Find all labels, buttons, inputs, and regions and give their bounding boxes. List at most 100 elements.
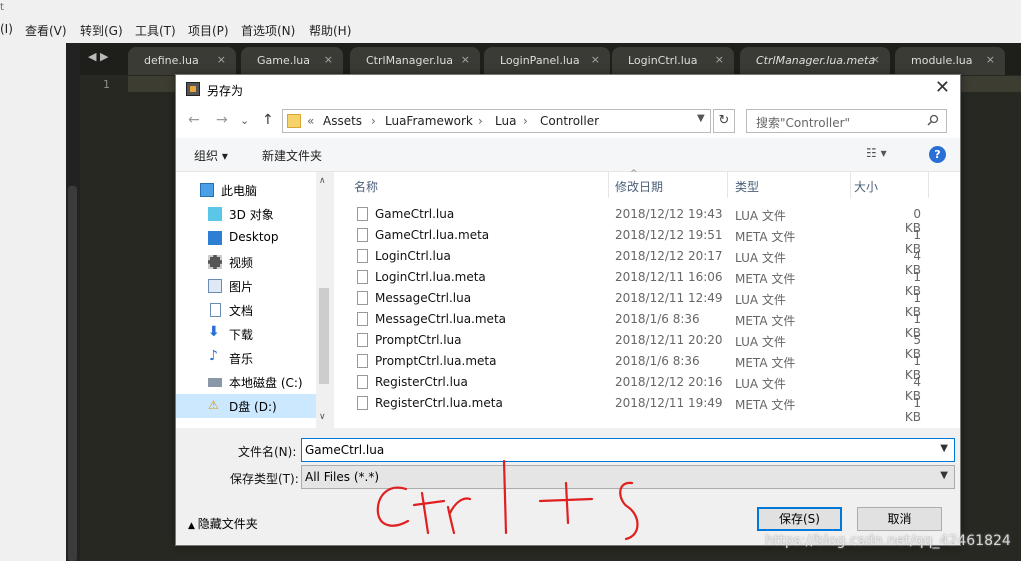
recent-dropdown-icon[interactable]: ⌄ — [240, 114, 249, 127]
address-bar[interactable]: « Assets › LuaFramework › Lua › Controll… — [282, 109, 711, 133]
file-row[interactable]: MessageCtrl.lua 2018/12/11 12:49 LUA 文件 1 K… — [334, 288, 960, 319]
menu-tools[interactable]: 工具(T) — [135, 22, 176, 39]
nav-item-this-pc[interactable]: 此电脑 — [176, 178, 316, 202]
tab-scroll-arrows-icon[interactable]: ◀ ▶ — [88, 50, 108, 63]
file-row[interactable]: PromptCtrl.lua.meta 2018/1/6 8:36 META 文件 1… — [334, 351, 960, 382]
ink-stroke-c — [376, 486, 410, 527]
hide-folders-toggle[interactable]: ▲ 隐藏文件夹 — [188, 515, 258, 532]
tab-loginpanel-lua[interactable]: LoginPanel.lua × — [484, 47, 610, 75]
menu-help[interactable]: 帮助(H) — [309, 22, 351, 39]
view-options-icon[interactable]: ☷ ▾ — [866, 146, 887, 160]
organize-button[interactable]: 组织 ▾ — [194, 147, 228, 164]
editor-scrollbar[interactable] — [68, 186, 77, 561]
tab-define-lua[interactable]: define.lua × — [128, 47, 236, 75]
nav-item-pictures[interactable]: 图片 — [176, 274, 316, 298]
file-name: GameCtrl.lua — [375, 207, 455, 221]
tab-ctrlmanager-meta[interactable]: CtrlManager.lua.meta × — [740, 47, 890, 75]
nav-label: Desktop — [229, 230, 279, 244]
column-separator[interactable] — [928, 172, 929, 198]
up-arrow-icon[interactable]: ↑ — [262, 112, 274, 128]
tab-ctrlmanager-lua[interactable]: CtrlManager.lua × — [350, 47, 480, 75]
close-icon[interactable]: × — [461, 53, 470, 66]
file-name: LoginCtrl.lua — [375, 249, 451, 263]
menu-preferences[interactable]: 首选项(N) — [241, 22, 295, 39]
file-date: 2018/12/11 20:20 — [615, 333, 723, 347]
file-row[interactable]: RegisterCtrl.lua.meta 2018/12/11 19:49 MET… — [334, 393, 960, 424]
close-icon[interactable]: ✕ — [935, 77, 950, 98]
cancel-button[interactable]: 取消 — [857, 507, 942, 531]
file-date: 2018/12/12 19:51 — [615, 228, 723, 242]
nav-item-drive-d[interactable]: ⚠ D盘 (D:) — [176, 394, 316, 418]
refresh-icon[interactable]: ↻ — [713, 109, 735, 133]
nav-item-drive-c[interactable]: 本地磁盘 (C:) — [176, 370, 316, 394]
close-icon[interactable]: × — [715, 53, 724, 66]
column-label: 修改日期 — [615, 180, 664, 194]
file-type: META 文件 — [735, 356, 796, 370]
file-row[interactable]: LoginCtrl.lua.meta 2018/12/11 16:06 META 文… — [334, 267, 960, 298]
breadcrumb-assets[interactable]: Assets — [323, 114, 362, 128]
nav-item-videos[interactable]: 视频 — [176, 250, 316, 274]
tab-loginctrl-lua[interactable]: LoginCtrl.lua × — [612, 47, 734, 75]
search-icon[interactable] — [927, 114, 939, 126]
menu-project[interactable]: 项目(P) — [188, 22, 229, 39]
file-icon — [357, 354, 368, 368]
file-row[interactable]: GameCtrl.lua 2018/12/12 19:43 LUA 文件 0 KB — [334, 204, 960, 235]
menu-goto[interactable]: 转到(G) — [80, 22, 123, 39]
column-header-date[interactable]: 修改日期 — [595, 172, 727, 198]
breadcrumb-controller[interactable]: Controller — [540, 114, 599, 128]
file-size: 1 KB — [904, 396, 921, 424]
file-icon — [357, 207, 368, 221]
file-icon — [357, 228, 368, 242]
scroll-thumb[interactable] — [319, 288, 329, 384]
breadcrumb-lua[interactable]: Lua — [495, 114, 516, 128]
scroll-up-icon[interactable]: ∧ — [319, 176, 326, 186]
tab-module-lua[interactable]: module.lua × — [895, 47, 1005, 75]
scroll-down-icon[interactable]: ∨ — [319, 412, 326, 422]
nav-item-3d-objects[interactable]: 3D 对象 — [176, 202, 316, 226]
menu-item-partial[interactable]: (I) — [0, 22, 13, 36]
file-row[interactable]: LoginCtrl.lua 2018/12/12 20:17 LUA 文件 4 KB — [334, 246, 960, 277]
address-row: ← → ⌄ ↑ « Assets › LuaFramework › Lua › … — [176, 104, 960, 138]
save-button[interactable]: 保存(S) — [757, 507, 842, 531]
pictures-icon — [208, 279, 222, 293]
file-row[interactable]: RegisterCtrl.lua 2018/12/12 20:16 LUA 文件 4 … — [334, 372, 960, 403]
close-icon[interactable]: × — [324, 53, 333, 66]
tab-game-lua[interactable]: Game.lua × — [241, 47, 343, 75]
nav-scrollbar[interactable]: ∧ ∨ — [316, 172, 332, 428]
file-row[interactable]: MessageCtrl.lua.meta 2018/1/6 8:36 META 文件… — [334, 309, 960, 340]
file-name: RegisterCtrl.lua — [375, 375, 468, 389]
column-header-name[interactable]: 名称 — [334, 172, 608, 198]
file-row[interactable]: PromptCtrl.lua 2018/12/11 20:20 LUA 文件 5 KB — [334, 330, 960, 361]
file-row[interactable]: GameCtrl.lua.meta 2018/12/12 19:51 META 文件… — [334, 225, 960, 256]
nav-label: 图片 — [229, 280, 254, 294]
close-icon[interactable]: × — [591, 53, 600, 66]
drive-warning-icon: ⚠ — [208, 398, 219, 412]
filetype-value: All Files (*.*) — [305, 470, 380, 484]
close-icon[interactable]: × — [986, 53, 995, 66]
help-icon[interactable]: ? — [929, 146, 946, 163]
close-icon[interactable]: × — [217, 53, 226, 66]
nav-item-downloads[interactable]: ⬇ 下载 — [176, 322, 316, 346]
tab-label: module.lua — [911, 54, 973, 67]
menu-view[interactable]: 查看(V) — [25, 22, 67, 39]
column-header-type[interactable]: 类型 — [715, 172, 831, 198]
nav-item-documents[interactable]: 文档 — [176, 298, 316, 322]
nav-label: 音乐 — [229, 352, 254, 366]
search-box[interactable]: 搜索"Controller" — [746, 109, 947, 133]
breadcrumb-luaframework[interactable]: LuaFramework — [385, 114, 473, 128]
close-icon[interactable]: × — [871, 53, 880, 66]
back-arrow-icon[interactable]: ← — [188, 112, 200, 128]
chevron-down-icon[interactable]: ▼ — [697, 113, 705, 124]
nav-item-desktop[interactable]: Desktop — [176, 226, 316, 250]
new-folder-button[interactable]: 新建文件夹 — [262, 147, 322, 164]
column-header-size[interactable]: 大小 — [834, 172, 934, 198]
file-date: 2018/12/12 19:43 — [615, 207, 723, 221]
chevron-down-icon[interactable]: ▼ — [940, 443, 948, 454]
search-input[interactable]: 搜索"Controller" — [756, 114, 850, 131]
column-label: 类型 — [735, 180, 760, 194]
chevron-down-icon[interactable]: ▼ — [940, 470, 948, 481]
forward-arrow-icon[interactable]: → — [216, 112, 228, 128]
column-label: 名称 — [354, 180, 379, 194]
nav-item-music[interactable]: ♪ 音乐 — [176, 346, 316, 370]
breadcrumb-overflow[interactable]: « — [307, 114, 314, 128]
